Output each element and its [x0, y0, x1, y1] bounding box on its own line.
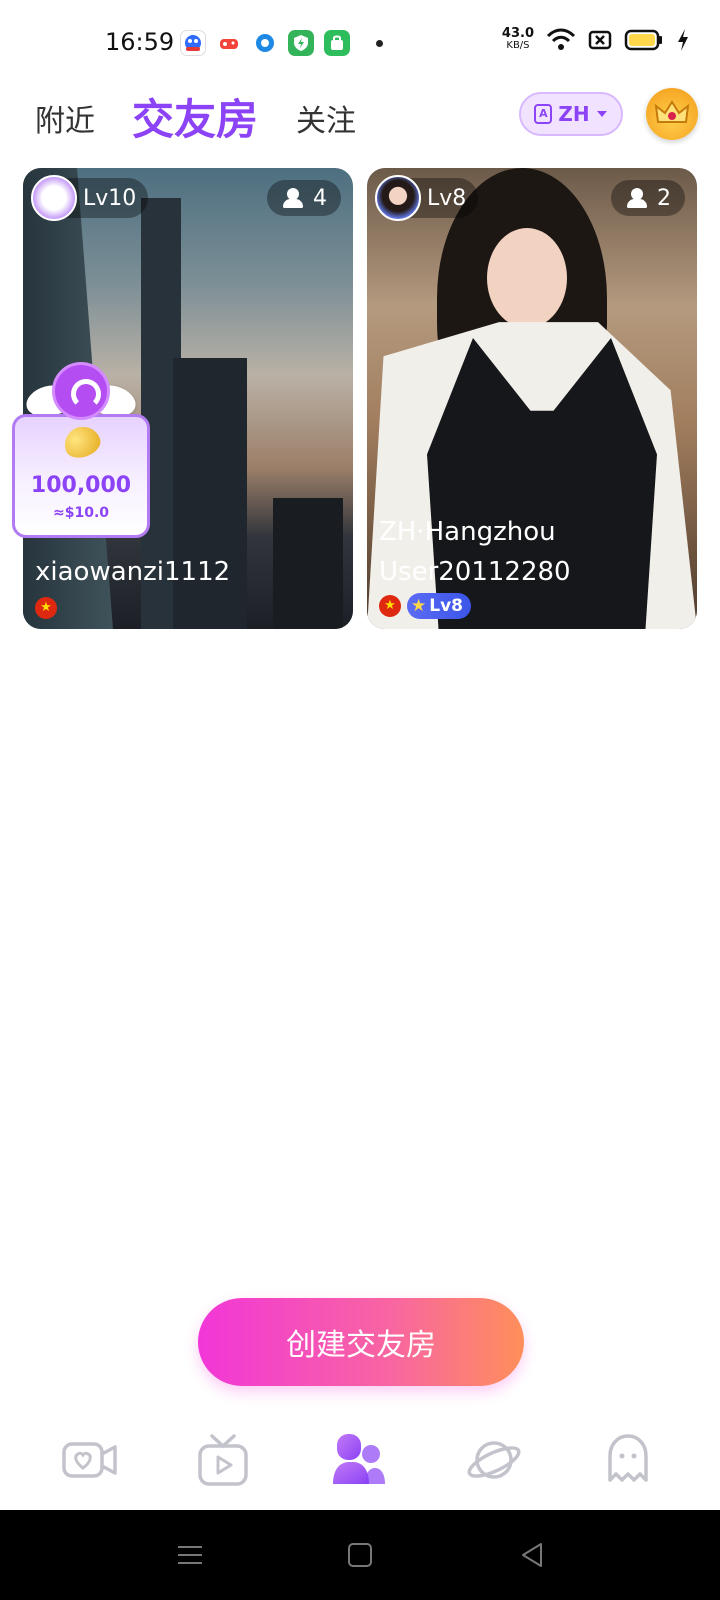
- crown-icon: [654, 100, 690, 123]
- game-app-icon: [216, 30, 242, 56]
- cover-image-detail: [173, 358, 247, 629]
- mascot-icon: [52, 362, 110, 420]
- host-level-label: Lv8: [427, 185, 467, 211]
- china-flag-icon: ★: [35, 597, 57, 619]
- people-icon: [625, 188, 649, 208]
- vip-level-label: Lv8: [429, 596, 463, 616]
- ghost-icon: [608, 1434, 648, 1482]
- planet-icon: [467, 1441, 521, 1479]
- bean-coin-icon: [59, 421, 105, 463]
- store-app-icon: [324, 30, 350, 56]
- nav-live-tv[interactable]: [194, 1430, 254, 1490]
- nav-discover[interactable]: [464, 1430, 524, 1490]
- participant-count-value: 2: [657, 185, 671, 211]
- status-time: 16:59: [105, 28, 175, 56]
- language-label: ZH: [558, 102, 590, 126]
- room-title: ZH·Hangzhou: [379, 517, 556, 547]
- more-notifications-dot: [376, 39, 383, 47]
- video-chat-icon: [62, 1442, 117, 1478]
- nav-video-chat[interactable]: [60, 1430, 120, 1490]
- host-level: Lv8: [375, 175, 479, 221]
- reward-usd-value: ≈$10.0: [52, 505, 109, 521]
- notification-icons: [180, 30, 383, 56]
- vip-level-badge: ★ Lv8: [407, 593, 471, 619]
- room-meta: ★ ★ Lv8: [379, 593, 471, 619]
- charging-icon: [678, 29, 688, 51]
- host-level: Lv10: [31, 175, 149, 221]
- home-icon[interactable]: [345, 1540, 375, 1570]
- create-room-button[interactable]: 创建交友房: [198, 1298, 524, 1386]
- room-meta: ★: [35, 597, 57, 619]
- top-tabs: 附近 交友房 关注 A ZH: [0, 84, 720, 146]
- china-flag-icon: ★: [379, 595, 401, 617]
- tv-icon: [198, 1434, 248, 1486]
- status-bar: 16:59 43.0 KB/S: [0, 0, 720, 90]
- net-speed: 43.0 KB/S: [501, 26, 534, 52]
- cover-image-detail: [487, 228, 567, 328]
- rooms-icon: [333, 1434, 385, 1484]
- translate-icon: A: [534, 104, 553, 124]
- reward-amount: 100,000: [30, 473, 132, 498]
- profile-avatar[interactable]: [646, 88, 698, 140]
- system-nav-bar: [0, 1510, 720, 1600]
- people-icon: [281, 188, 305, 208]
- baidu-app-icon: [180, 30, 206, 56]
- nav-party-rooms[interactable]: [329, 1430, 389, 1490]
- cover-image-detail: [273, 498, 343, 629]
- host-avatar: [31, 175, 77, 221]
- back-icon[interactable]: [517, 1540, 547, 1570]
- tab-following[interactable]: 关注: [296, 96, 356, 140]
- net-speed-value: 43.0: [501, 26, 534, 41]
- browser-app-icon: [252, 30, 278, 56]
- room-host-name: User20112280: [379, 557, 571, 587]
- participant-count: 4: [267, 180, 341, 216]
- battery-icon: [624, 29, 662, 51]
- host-avatar: [375, 175, 421, 221]
- participant-count: 2: [611, 180, 685, 216]
- chevron-down-icon: [596, 111, 607, 117]
- host-level-label: Lv10: [83, 185, 137, 211]
- status-right: 43.0 KB/S: [501, 26, 690, 52]
- bottom-nav: [0, 1410, 720, 1510]
- menu-icon[interactable]: [175, 1540, 205, 1570]
- tab-nearby[interactable]: 附近: [35, 96, 95, 140]
- star-icon: ★: [411, 596, 427, 616]
- tab-party-rooms[interactable]: 交友房: [132, 86, 258, 147]
- language-button[interactable]: A ZH: [519, 92, 623, 136]
- wifi-icon: [546, 28, 576, 50]
- security-app-icon: [288, 30, 314, 56]
- participant-count-value: 4: [313, 185, 327, 211]
- nav-messages[interactable]: [598, 1430, 658, 1490]
- net-speed-unit: KB/S: [506, 40, 530, 51]
- room-host-name: xiaowanzi1112: [35, 557, 231, 587]
- reward-box: 100,000 ≈$10.0: [12, 414, 150, 538]
- room-card[interactable]: Lv8 2 ZH·Hangzhou User20112280 ★ ★ Lv8: [367, 168, 697, 629]
- sim-x-icon: [588, 30, 612, 50]
- reward-popup[interactable]: 100,000 ≈$10.0: [12, 360, 150, 540]
